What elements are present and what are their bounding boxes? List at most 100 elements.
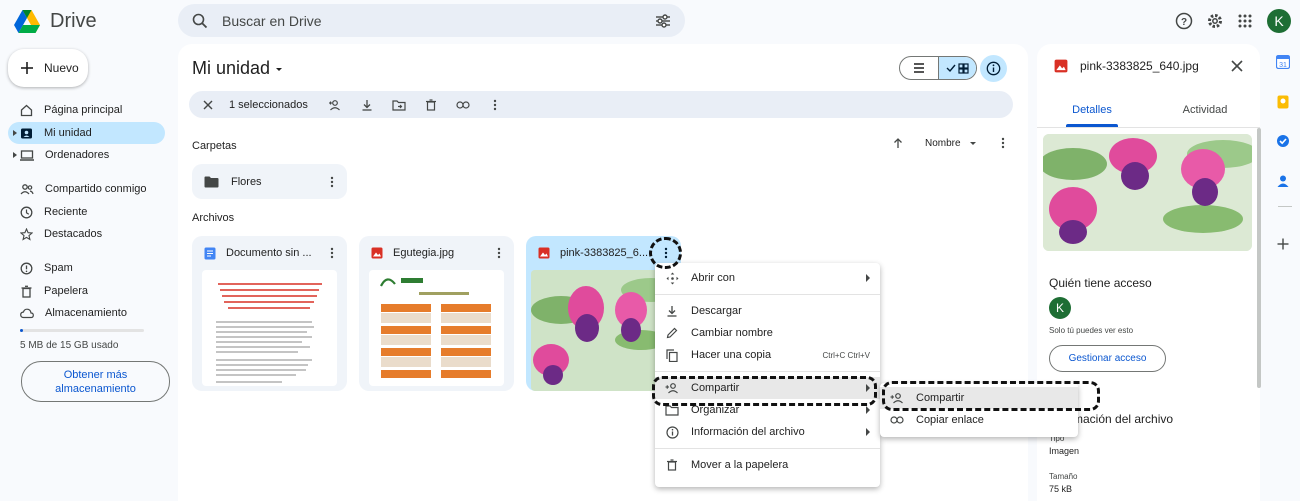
sidebar-item-starred[interactable]: Destacados — [8, 223, 165, 245]
share-icon[interactable] — [324, 94, 346, 116]
file-name: Documento sin ... — [226, 247, 312, 259]
contacts-app-icon[interactable] — [1275, 173, 1291, 189]
storage-progress-fill — [20, 329, 23, 332]
size-label: Tamaño — [1049, 472, 1078, 481]
submenu-item-copy-link[interactable]: Copiar enlace — [880, 409, 1078, 431]
shared-people-icon — [20, 183, 34, 194]
sidebar-item-shared[interactable]: Compartido conmigo — [8, 178, 165, 200]
tab-activity[interactable]: Actividad — [1150, 104, 1260, 116]
trash-icon[interactable] — [420, 94, 442, 116]
new-button[interactable]: Nuevo — [8, 49, 88, 87]
link-icon — [890, 413, 904, 427]
file-name: pink-3383825_6... — [560, 247, 649, 259]
page-title[interactable]: Mi unidad — [192, 58, 284, 79]
more-vertical-icon[interactable] — [325, 247, 339, 259]
sidebar-item-trash[interactable]: Papelera — [8, 280, 165, 302]
menu-item-label: Información del archivo — [691, 426, 805, 438]
sidebar-item-recent[interactable]: Reciente — [8, 201, 165, 223]
clear-selection-close-icon[interactable] — [197, 94, 219, 116]
details-file-name: pink-3383825_640.jpg — [1080, 59, 1199, 73]
search-icon[interactable] — [192, 13, 208, 29]
sidebar-item-home[interactable]: Página principal — [8, 99, 165, 121]
file-card-image[interactable]: Egutegia.jpg — [359, 236, 514, 391]
selection-count: 1 seleccionados — [229, 98, 308, 111]
tab-details[interactable]: Detalles — [1037, 104, 1147, 116]
clock-icon — [20, 206, 33, 218]
access-note: Solo tú puedes ver esto — [1049, 326, 1134, 335]
search-input[interactable]: Buscar en Drive — [222, 13, 655, 29]
add-app-plus-icon[interactable] — [1275, 236, 1291, 252]
menu-item-file-info[interactable]: Información del archivo — [655, 421, 880, 443]
context-menu: Abrir con Descargar Cambiar nombre Hacer… — [655, 263, 880, 487]
menu-item-move-to-trash[interactable]: Mover a la papelera — [655, 454, 880, 476]
view-toggle[interactable] — [899, 56, 977, 80]
image-file-icon — [1054, 59, 1068, 73]
menu-item-open-with[interactable]: Abrir con — [655, 267, 880, 289]
list-view-icon — [913, 63, 924, 73]
menu-item-label: Descargar — [691, 305, 742, 317]
search-options-icon[interactable] — [655, 13, 671, 28]
trash-icon — [665, 458, 679, 472]
link-icon[interactable] — [452, 94, 474, 116]
file-name: Egutegia.jpg — [393, 247, 455, 259]
manage-access-button[interactable]: Gestionar acceso — [1049, 345, 1166, 372]
folder-card[interactable]: Flores — [192, 164, 347, 199]
highlight-share-item — [652, 376, 877, 406]
sort-controls: Nombre — [893, 135, 1005, 151]
expand-caret-icon[interactable] — [13, 130, 17, 136]
menu-item-label: Copiar enlace — [916, 414, 984, 426]
account-avatar[interactable]: K — [1267, 9, 1291, 33]
menu-item-label: Cambiar nombre — [691, 327, 773, 339]
sort-direction-arrow-up-icon[interactable] — [893, 137, 903, 149]
tasks-app-icon[interactable] — [1275, 133, 1291, 149]
details-image-preview — [1043, 134, 1252, 251]
more-vertical-icon[interactable] — [1001, 137, 1005, 149]
sidebar-item-my-drive[interactable]: Mi unidad — [8, 122, 165, 144]
menu-item-rename[interactable]: Cambiar nombre — [655, 322, 880, 344]
expand-caret-icon[interactable] — [13, 152, 17, 158]
sort-by-name-button[interactable]: Nombre — [925, 138, 961, 149]
grid-view-button[interactable] — [937, 57, 976, 79]
copy-icon — [665, 348, 679, 362]
my-drive-icon — [21, 128, 32, 138]
spam-icon — [20, 262, 33, 274]
page-title-text: Mi unidad — [192, 58, 271, 78]
info-icon — [986, 61, 1001, 76]
settings-gear-icon[interactable] — [1203, 9, 1227, 33]
details-scrollbar[interactable] — [1257, 128, 1261, 388]
file-card-document[interactable]: Documento sin ... — [192, 236, 347, 391]
sidebar-item-spam[interactable]: Spam — [8, 257, 165, 279]
app-name: Drive — [50, 9, 97, 32]
apps-grid-icon[interactable] — [1233, 9, 1257, 33]
close-icon[interactable] — [1230, 59, 1244, 73]
calendar-app-icon[interactable]: 31 — [1275, 54, 1291, 70]
image-file-icon — [371, 247, 383, 259]
download-icon[interactable] — [356, 94, 378, 116]
search-bar[interactable]: Buscar en Drive — [178, 4, 685, 37]
help-icon[interactable]: ? — [1172, 9, 1196, 33]
drive-logo[interactable]: Drive — [14, 8, 97, 34]
sidebar-item-storage[interactable]: Almacenamiento — [8, 302, 165, 324]
list-view-button[interactable] — [900, 57, 938, 79]
details-info-button[interactable] — [980, 55, 1007, 82]
more-vertical-icon[interactable] — [325, 176, 339, 188]
folder-icon — [204, 176, 219, 187]
download-icon — [665, 304, 679, 318]
star-icon — [20, 227, 33, 241]
grid-view-icon — [958, 62, 969, 74]
owner-avatar[interactable]: K — [1049, 297, 1071, 319]
storage-progress-bar — [20, 329, 144, 332]
sidebar-item-computers[interactable]: Ordenadores — [8, 144, 165, 166]
keep-app-icon[interactable] — [1275, 94, 1291, 110]
get-more-storage-button[interactable]: Obtener más almacenamiento — [21, 361, 170, 402]
more-vertical-icon[interactable] — [484, 94, 506, 116]
folders-heading: Carpetas — [192, 140, 237, 152]
storage-usage-text: 5 MB de 15 GB usado — [20, 340, 119, 351]
more-vertical-icon[interactable] — [492, 247, 506, 259]
menu-item-make-copy[interactable]: Hacer una copia Ctrl+C Ctrl+V — [655, 344, 880, 366]
move-to-folder-icon[interactable] — [388, 94, 410, 116]
menu-item-label: Mover a la papelera — [691, 459, 789, 471]
calendar-image-thumbnail — [369, 270, 504, 386]
svg-text:?: ? — [1181, 17, 1187, 28]
menu-item-download[interactable]: Descargar — [655, 300, 880, 322]
